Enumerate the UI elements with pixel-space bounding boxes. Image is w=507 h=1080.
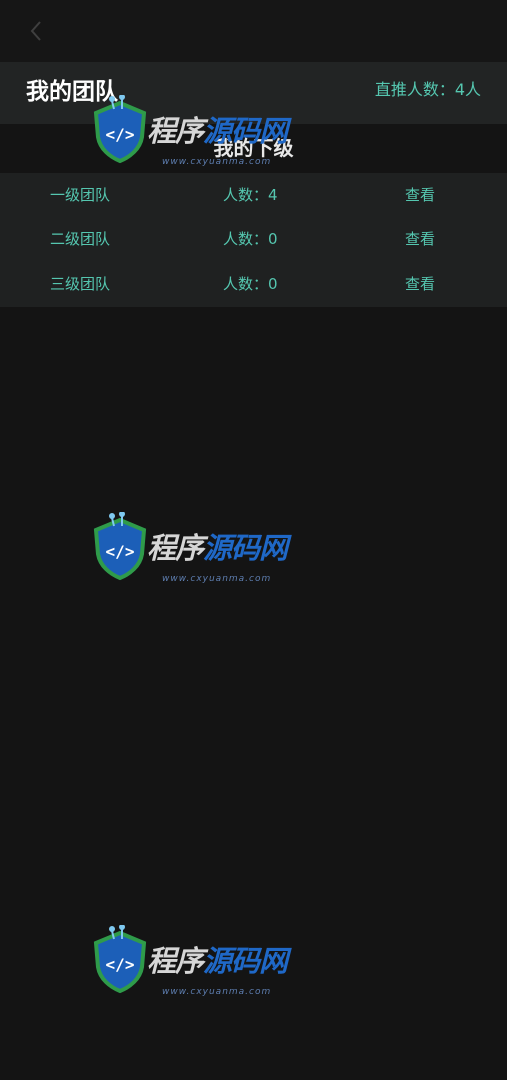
svg-text:</>: </> — [106, 542, 135, 561]
view-team-button[interactable]: 查看 — [405, 217, 435, 261]
team-member-count: 人数：0 — [223, 275, 278, 293]
team-row-level-3: 三级团队 人数：0 查看 — [0, 262, 507, 306]
team-page: 我的团队 直推人数：4人 我的下级 一级团队 人数：4 查看 二级团队 人数：0… — [0, 0, 507, 1080]
team-list: 一级团队 人数：4 查看 二级团队 人数：0 查看 三级团队 人数：0 查看 — [0, 173, 507, 307]
watermark-text-accent: 源码网 — [203, 944, 288, 978]
view-team-button[interactable]: 查看 — [405, 173, 435, 217]
page-title: 我的团队 — [26, 79, 118, 105]
back-button[interactable] — [26, 18, 48, 44]
team-member-count: 人数：4 — [223, 186, 278, 204]
watermark-text: 程序 — [147, 531, 204, 565]
svg-text:</>: </> — [106, 955, 135, 974]
team-level-label: 三级团队 — [50, 275, 111, 293]
watermark-url: www.cxyuanma.com — [162, 987, 272, 997]
chevron-left-icon — [30, 21, 41, 41]
section-title: 我的下级 — [213, 136, 294, 160]
shield-logo-icon: </> — [93, 925, 147, 994]
shield-logo-icon: </> — [93, 512, 147, 581]
team-row-level-1: 一级团队 人数：4 查看 — [0, 173, 507, 217]
team-level-label: 二级团队 — [50, 230, 111, 248]
team-member-count: 人数：0 — [223, 230, 278, 248]
view-team-button[interactable]: 查看 — [405, 262, 435, 306]
direct-referral-count: 直推人数：4人 — [374, 80, 481, 99]
watermark-url: www.cxyuanma.com — [162, 574, 272, 584]
watermark: </> 程序源码网 www.cxyuanma.com — [92, 925, 307, 1020]
team-row-level-2: 二级团队 人数：0 查看 — [0, 217, 507, 261]
top-bar — [0, 0, 507, 62]
team-header: 我的团队 直推人数：4人 — [0, 62, 507, 124]
watermark: </> 程序源码网 www.cxyuanma.com — [92, 512, 307, 607]
watermark-text: 程序 — [147, 944, 204, 978]
watermark-text-accent: 源码网 — [203, 531, 288, 565]
team-level-label: 一级团队 — [50, 186, 111, 204]
